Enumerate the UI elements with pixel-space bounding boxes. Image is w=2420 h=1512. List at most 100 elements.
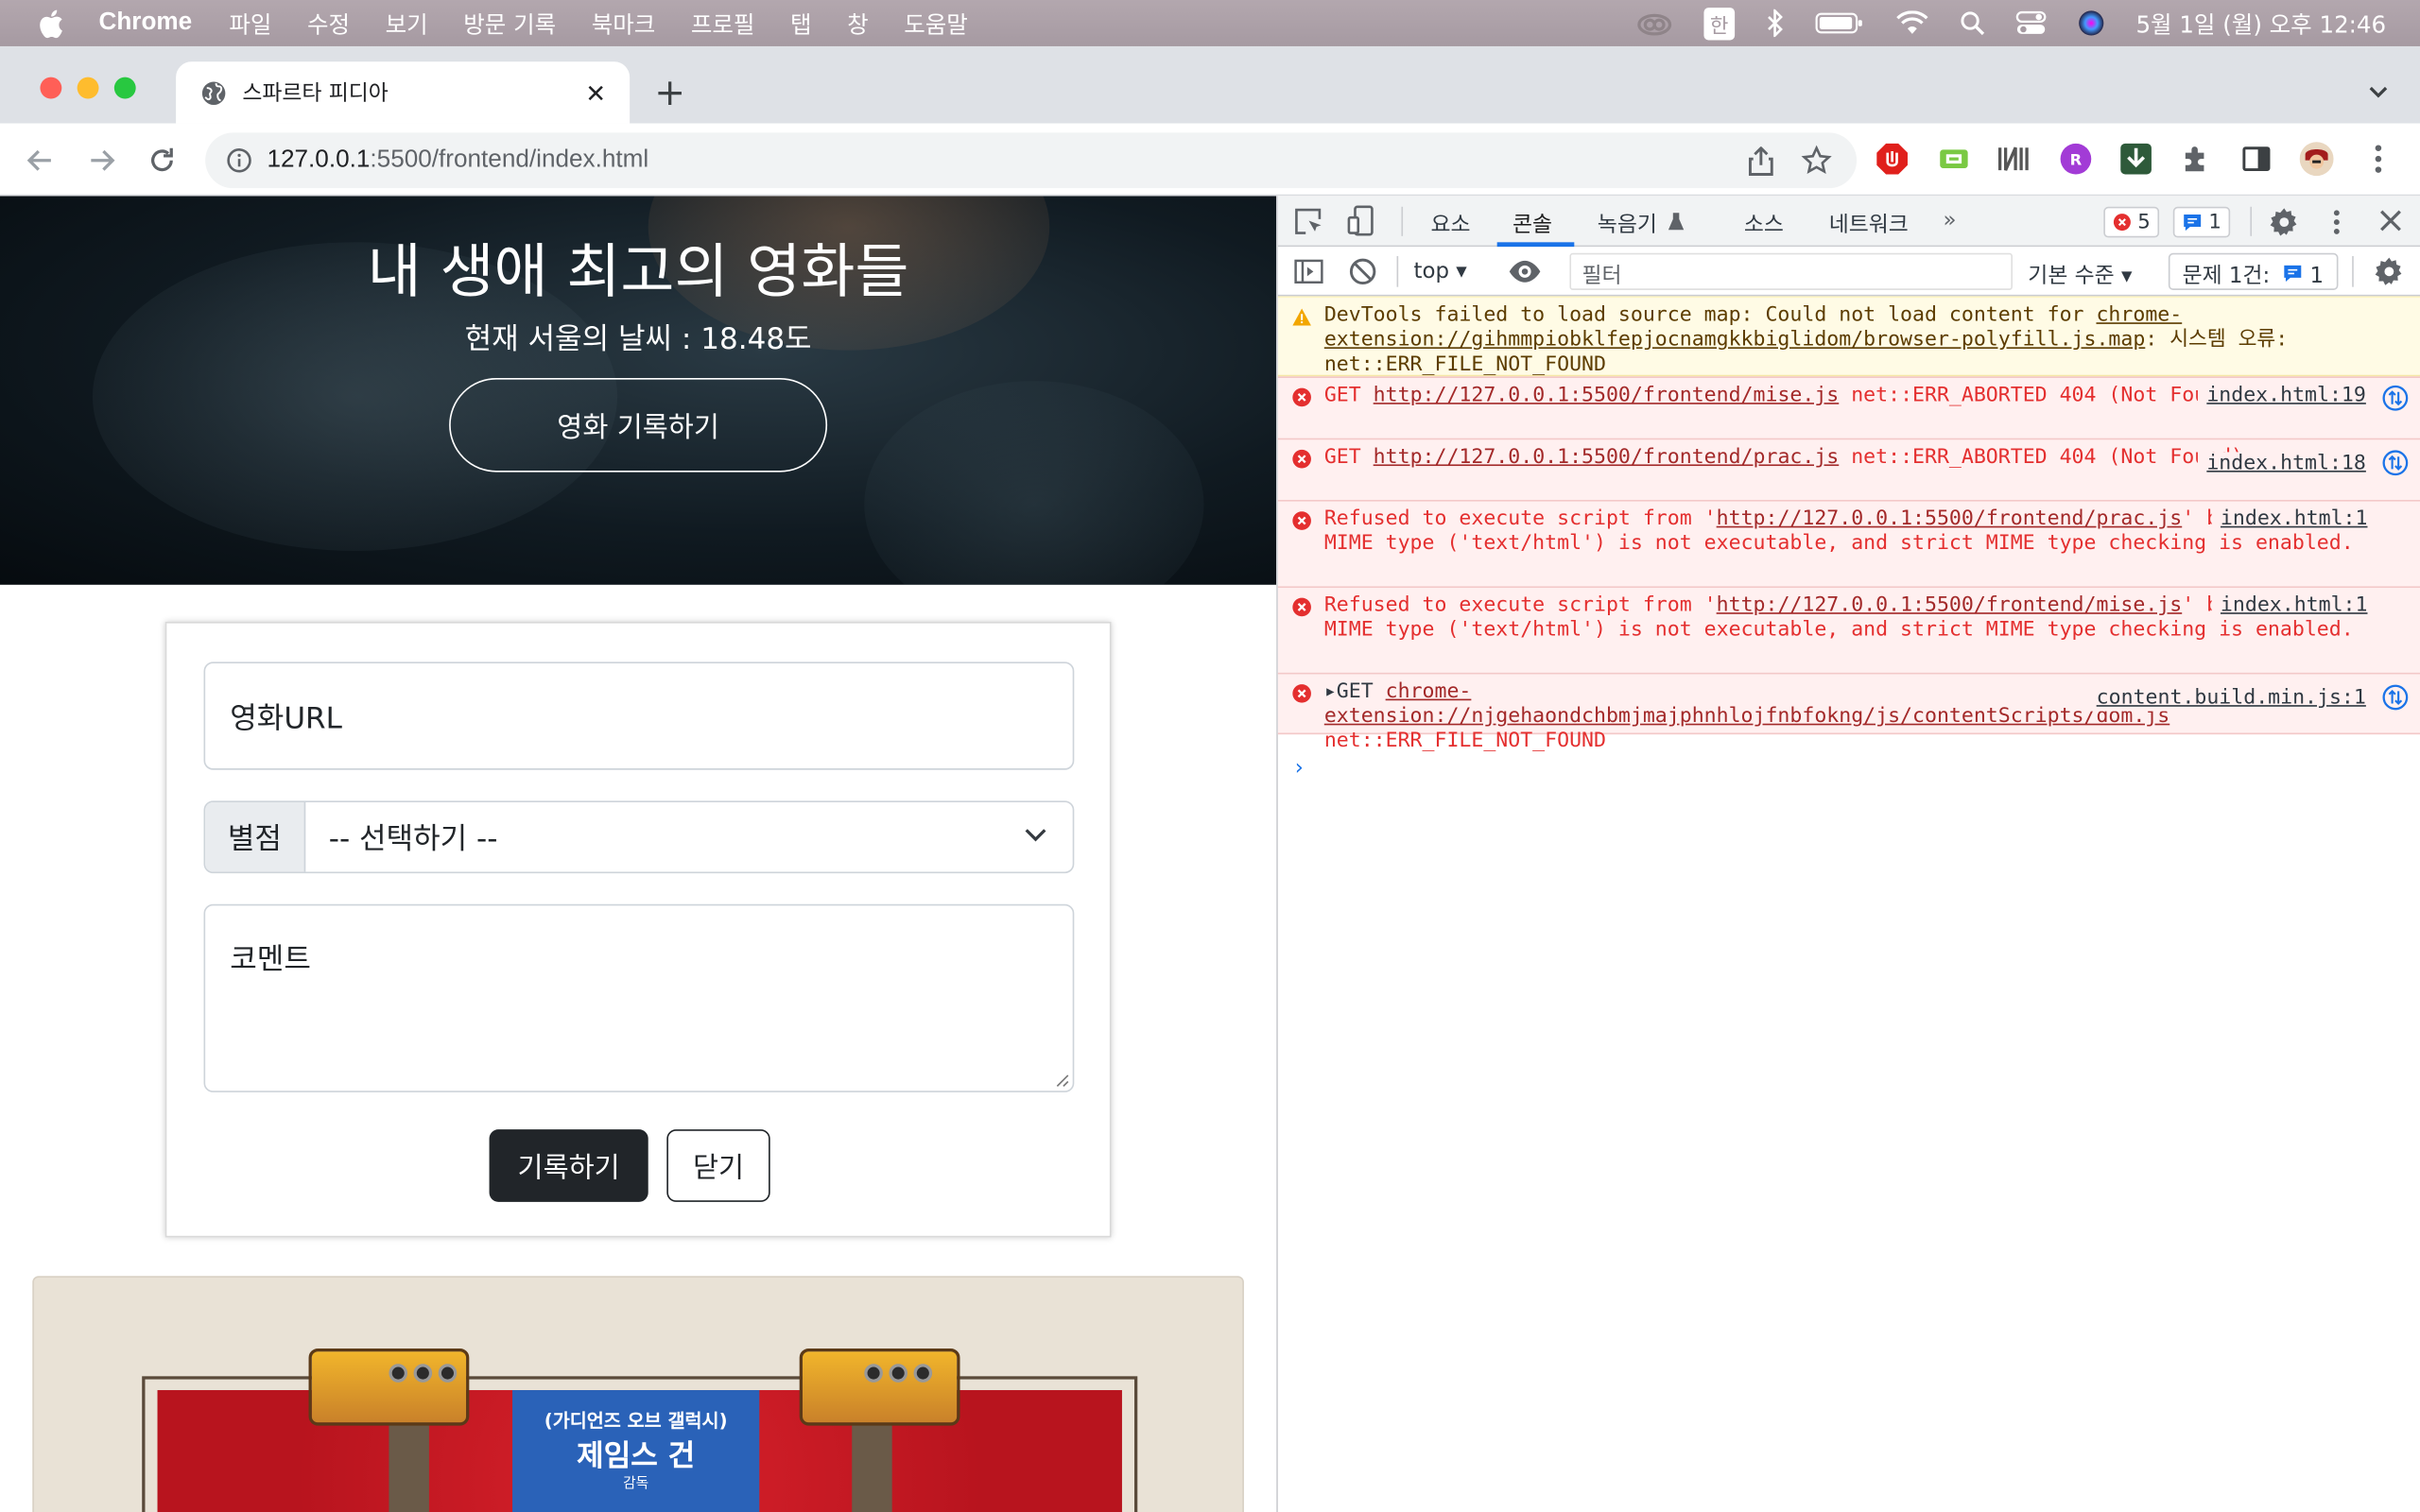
context-value: top [1413, 259, 1449, 284]
notion-web-clipper-icon[interactable] [1997, 142, 2031, 176]
console-filter-input[interactable]: 필터 [1569, 252, 2013, 290]
menu-file[interactable]: 파일 [229, 7, 271, 39]
console-error-extension-dom[interactable]: ▸GET chrome-extension://njgehaondchbmjma… [1277, 672, 2420, 753]
console-warning-sourcemap[interactable]: DevTools failed to load source map: Coul… [1277, 296, 2420, 377]
extensions-puzzle-icon[interactable] [2179, 142, 2213, 176]
devtools-more-options-icon[interactable] [2332, 207, 2342, 238]
menu-profiles[interactable]: 프로필 [691, 7, 755, 39]
clear-console-icon[interactable] [1347, 256, 1378, 287]
message-source-link[interactable]: content.build.min.js:1 [2086, 686, 2366, 712]
menu-edit[interactable]: 수정 [307, 7, 350, 39]
tab-close-icon[interactable]: ✕ [580, 77, 612, 107]
error-count-badge[interactable]: 5 [2103, 206, 2160, 238]
bookmark-star-icon[interactable] [1801, 145, 1832, 176]
tab-sources[interactable]: 소스 [1744, 208, 1784, 239]
menu-view[interactable]: 보기 [386, 7, 428, 39]
console-error-mise-404[interactable]: GET http://127.0.0.1:5500/frontend/mise.… [1277, 376, 2420, 438]
rating-select[interactable]: -- 선택하기 -- [305, 802, 1072, 871]
share-icon[interactable] [1748, 146, 1773, 176]
purple-extension-icon[interactable]: R [2059, 142, 2093, 176]
inspect-element-icon[interactable] [1293, 207, 1324, 238]
tab-network[interactable]: 네트워크 [1829, 208, 1909, 239]
reload-icon[interactable] [144, 142, 181, 179]
show-sidebar-icon[interactable] [1293, 256, 1324, 287]
console-prompt-input[interactable]: › [1295, 756, 1304, 781]
issues-button[interactable]: 문제 1건: 1 [2168, 252, 2338, 290]
device-toolbar-icon[interactable] [1346, 205, 1377, 236]
message-text: GET [1323, 384, 1374, 408]
input-source-label: 한 [1703, 7, 1735, 40]
address-bar[interactable]: 127.0.0.1:5500/frontend/index.html [205, 132, 1858, 189]
console-error-mise-mime[interactable]: Refused to execute script from 'http://1… [1277, 586, 2420, 673]
side-panel-icon[interactable] [2239, 142, 2273, 176]
message-source-link[interactable]: index.html:19 [2197, 384, 2366, 409]
tab-elements[interactable]: 요소 [1430, 208, 1470, 239]
macos-menu-bar: Chrome 파일 수정 보기 방문 기록 북마크 프로필 탭 창 도움말 한 [0, 0, 2420, 46]
network-request-icon[interactable] [2381, 449, 2409, 476]
console-error-prac-404[interactable]: GET http://127.0.0.1:5500/frontend/prac.… [1277, 438, 2420, 500]
message-text[interactable]: ▸GET [1324, 680, 1386, 703]
more-tabs-chevron-icon[interactable]: » [1944, 208, 1957, 232]
input-source-icon[interactable]: 한 [1703, 0, 1735, 46]
menu-bookmarks[interactable]: 북마크 [592, 7, 656, 39]
new-tab-button[interactable]: + [654, 71, 685, 114]
message-source-link[interactable]: index.html:1 [2211, 507, 2368, 533]
tab-search-chevron-icon[interactable] [2367, 77, 2389, 107]
message-text: Refused to execute script from ' [1323, 507, 1717, 531]
message-source-link[interactable]: index.html:18 [2197, 452, 2366, 477]
window-zoom-button[interactable] [113, 77, 136, 99]
menu-history[interactable]: 방문 기록 [463, 7, 556, 39]
window-minimize-button[interactable] [77, 77, 99, 99]
site-info-icon[interactable] [227, 148, 251, 173]
apple-icon[interactable] [37, 9, 64, 38]
window-close-button[interactable] [40, 77, 62, 99]
forward-arrow-icon[interactable] [83, 142, 120, 179]
devtools-close-icon[interactable] [2377, 207, 2404, 234]
message-link[interactable]: http://127.0.0.1:5500/frontend/mise.js [1374, 385, 1840, 407]
console-settings-gear-icon[interactable] [2374, 256, 2405, 287]
profile-avatar[interactable] [2299, 142, 2334, 177]
movie-poster-image[interactable]: (가디언즈 오브 갤럭시) 제임스 건 감독 [32, 1276, 1244, 1512]
adblock-extension-icon[interactable] [1876, 142, 1910, 176]
rating-label: 별점 [205, 801, 306, 872]
comment-placeholder: 코멘트 [230, 942, 311, 977]
console-error-prac-mime[interactable]: Refused to execute script from 'http://1… [1277, 499, 2420, 587]
network-request-icon[interactable] [2381, 683, 2409, 711]
wifi-icon[interactable] [1895, 0, 1929, 46]
message-source-link[interactable]: index.html:1 [2211, 593, 2368, 619]
message-link[interactable]: http://127.0.0.1:5500/frontend/prac.js [1717, 507, 2183, 530]
bluetooth-icon[interactable] [1766, 0, 1785, 46]
menu-tab[interactable]: 탭 [790, 7, 812, 39]
submit-button[interactable]: 기록하기 [489, 1129, 648, 1202]
message-count-badge[interactable]: 1 [2172, 206, 2231, 238]
devtools-settings-gear-icon[interactable] [2269, 207, 2300, 238]
app-menu-chrome[interactable]: Chrome [98, 9, 192, 37]
spotlight-search-icon[interactable] [1960, 0, 1984, 46]
menu-help[interactable]: 도움말 [904, 7, 968, 39]
record-movie-button[interactable]: 영화 기록하기 [449, 378, 828, 472]
tab-recorder[interactable]: 녹음기 [1598, 208, 1657, 239]
live-expression-eye-icon[interactable] [1508, 256, 1542, 287]
comment-textarea[interactable]: 코멘트 [203, 903, 1075, 1092]
menu-window[interactable]: 창 [847, 7, 869, 39]
resize-grip-icon[interactable] [1051, 1069, 1070, 1088]
battery-icon[interactable] [1815, 0, 1864, 46]
tab-console[interactable]: 콘솔 [1512, 208, 1552, 239]
movie-url-input[interactable]: 영화URL [203, 662, 1075, 770]
javascript-context-select[interactable]: top ▾ [1414, 259, 1467, 284]
back-arrow-icon[interactable] [22, 142, 59, 179]
browser-tab-active[interactable]: 스파르타 피디아 ✕ [176, 61, 631, 124]
message-link[interactable]: chrome-extension://njgehaondchbmjmajphnh… [1324, 680, 2169, 729]
control-center-icon[interactable] [2015, 0, 2047, 46]
close-form-button[interactable]: 닫기 [666, 1129, 770, 1202]
download-extension-icon[interactable] [2119, 142, 2153, 176]
network-request-icon[interactable] [2381, 385, 2409, 412]
menu-bar-clock[interactable]: 5월 1일 (월) 오후 12:46 [2135, 7, 2386, 39]
creative-cloud-icon[interactable] [1636, 0, 1673, 46]
message-link[interactable]: http://127.0.0.1:5500/frontend/mise.js [1717, 594, 2183, 617]
message-link[interactable]: http://127.0.0.1:5500/frontend/prac.js [1374, 446, 1840, 469]
log-levels-dropdown[interactable]: 기본 수준 ▾ [2028, 259, 2132, 290]
green-extension-icon[interactable] [1937, 142, 1971, 176]
chrome-menu-icon[interactable] [2361, 142, 2395, 176]
siri-icon[interactable] [2077, 0, 2104, 46]
